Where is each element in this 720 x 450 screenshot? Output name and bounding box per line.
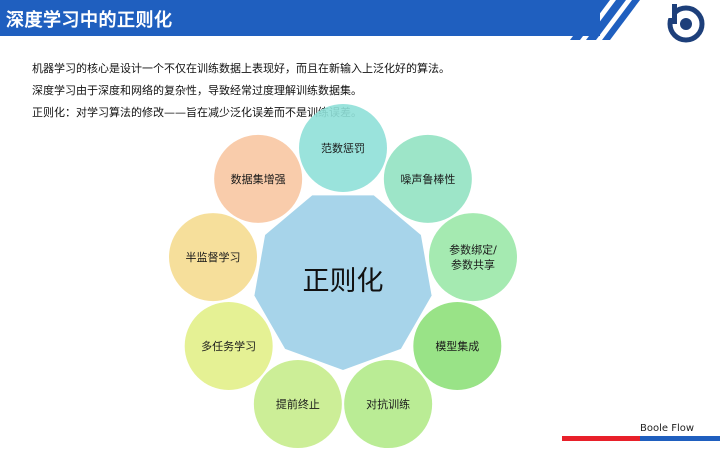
petal: 数据集增强 (214, 134, 303, 223)
petal: 模型集成 (413, 302, 502, 390)
petal: 噪声鲁棒性 (383, 134, 472, 223)
petal-circle (428, 213, 517, 302)
petal: 参数绑定/参数共享 (428, 213, 517, 302)
regularization-diagram: 范数惩罚噪声鲁棒性参数绑定/参数共享模型集成对抗训练 提前终止 多任务学习 半监督学习… (169, 104, 517, 449)
petal: 多任务学习 (184, 302, 273, 390)
petal-label: 噪声鲁棒性 (400, 172, 455, 186)
petal-label: 对抗训练 (366, 397, 410, 411)
petal: 对抗训练 (344, 360, 433, 449)
petal-label: 多任务学习 (201, 339, 256, 353)
petal: 半监督学习 (169, 213, 258, 302)
footer-brand: Boole Flow (640, 423, 695, 434)
petal-label: 参数共享 (451, 258, 495, 272)
petal-label: 模型集成 (435, 339, 479, 353)
footer-blue-bar (640, 436, 720, 441)
center-label: 正则化 (303, 266, 384, 297)
petal-label: 范数惩罚 (321, 141, 365, 155)
petal: 范数惩罚 (299, 104, 387, 192)
petal-label: 提前终止 (276, 397, 320, 411)
footer-red-bar (562, 436, 640, 441)
petal-label: 数据集增强 (231, 172, 286, 186)
petal: 提前终止 (253, 360, 342, 449)
petal-label: 参数绑定/ (449, 243, 497, 257)
petal-label: 半监督学习 (186, 250, 241, 264)
